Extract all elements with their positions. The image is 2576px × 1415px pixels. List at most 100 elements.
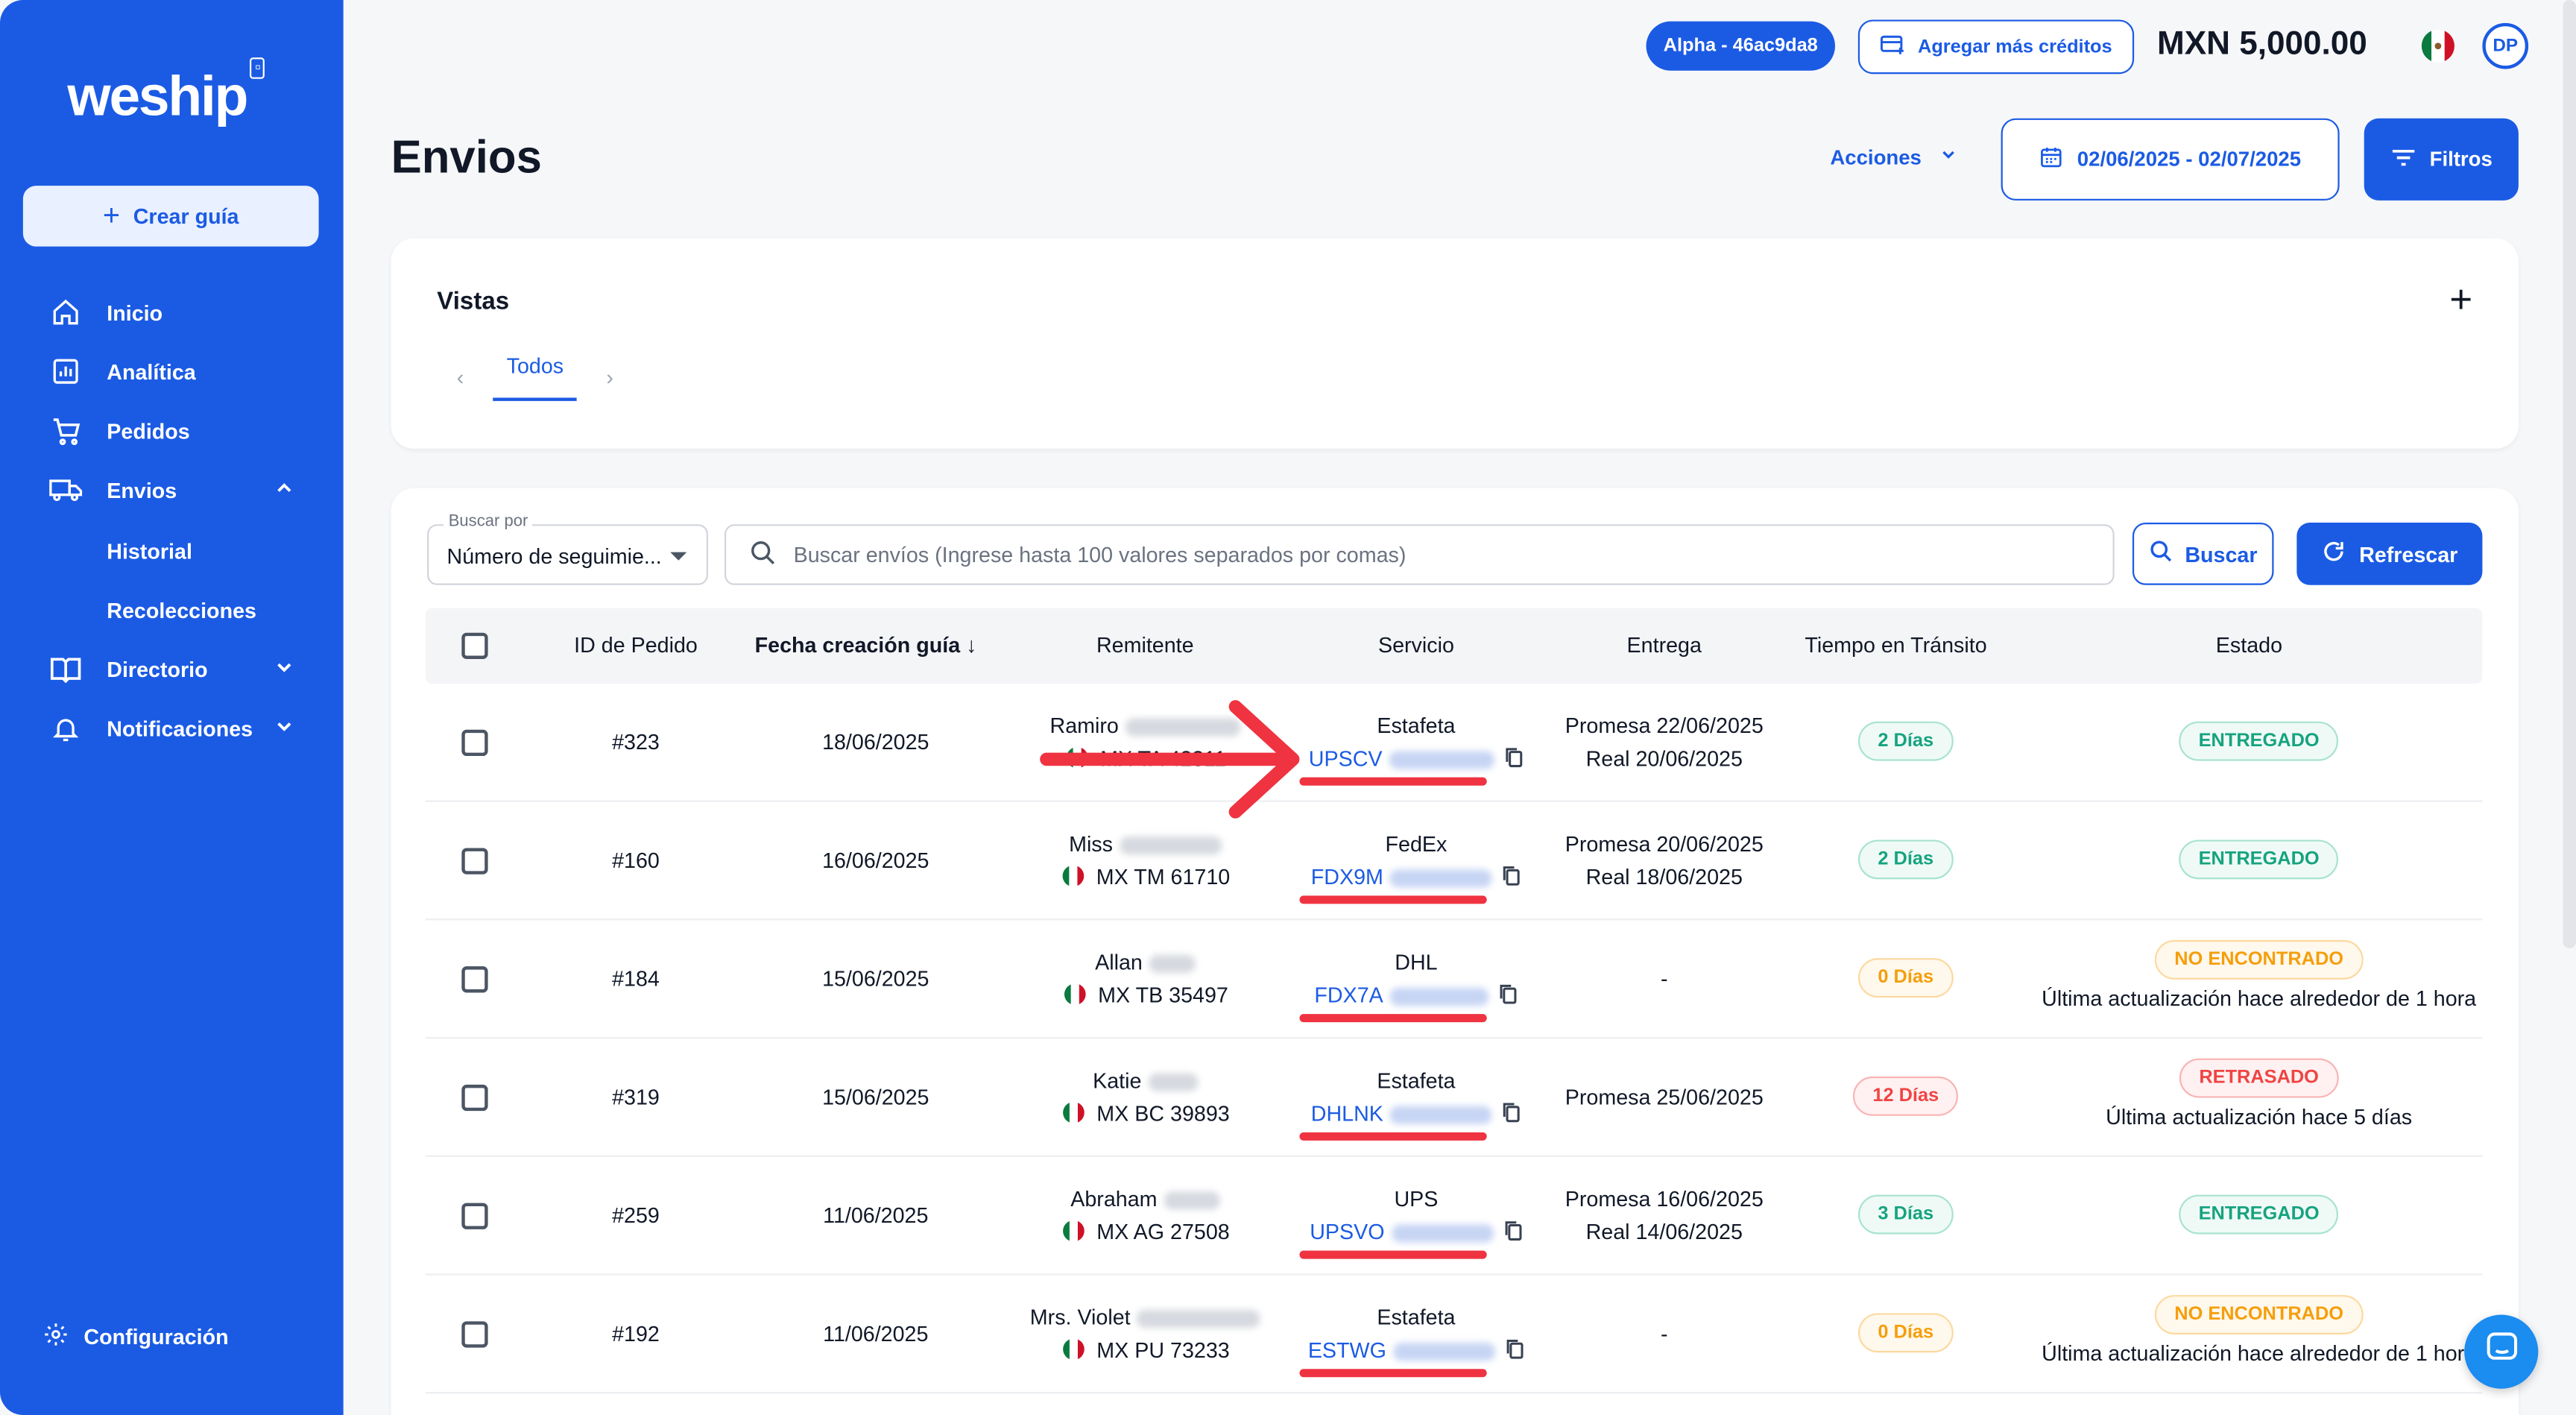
header-order-id[interactable]: ID de Pedido bbox=[574, 633, 698, 658]
row-checkbox[interactable] bbox=[461, 966, 488, 993]
copy-icon[interactable] bbox=[1498, 983, 1518, 1010]
sender-name-text: Mrs. Violet bbox=[1029, 1305, 1131, 1330]
sidebar-item-inicio[interactable]: Inicio bbox=[49, 292, 296, 332]
sidebar-item-analitica[interactable]: Analítica bbox=[49, 352, 296, 391]
status-badge: NO ENCONTRADO bbox=[2154, 939, 2364, 980]
chat-button[interactable] bbox=[2464, 1314, 2539, 1389]
row-checkbox[interactable] bbox=[461, 1203, 488, 1229]
sidebar-subitem-recolecciones[interactable]: Recolecciones bbox=[107, 598, 256, 623]
chevron-left-icon[interactable]: ‹ bbox=[457, 365, 464, 389]
sidebar-item-label: Inicio bbox=[107, 300, 163, 325]
row-checkbox[interactable] bbox=[461, 1321, 488, 1348]
header-service[interactable]: Servicio bbox=[1378, 633, 1454, 658]
chevron-down-icon[interactable] bbox=[273, 715, 296, 743]
sidebar-subitem-historial[interactable]: Historial bbox=[107, 539, 192, 564]
tracking-number[interactable]: UPSCV bbox=[1309, 746, 1524, 775]
row-checkbox[interactable] bbox=[461, 848, 488, 874]
search-by-select[interactable]: Buscar por Número de seguimie... bbox=[427, 512, 708, 585]
copy-icon[interactable] bbox=[1502, 865, 1521, 892]
tracking-annotation-underline bbox=[1299, 1014, 1487, 1023]
search-button[interactable]: Buscar bbox=[2132, 522, 2274, 585]
account-balance: MXN 5,000.00 bbox=[2156, 26, 2367, 63]
sender-name: Allan bbox=[1095, 950, 1196, 974]
tracking-number-text[interactable]: FDX7A bbox=[1314, 983, 1383, 1007]
sidebar-item-pedidos[interactable]: Pedidos bbox=[49, 411, 296, 450]
select-all-checkbox[interactable] bbox=[461, 632, 488, 659]
chevron-up-icon[interactable] bbox=[273, 476, 296, 504]
copy-icon[interactable] bbox=[1504, 746, 1524, 774]
header-sender[interactable]: Remitente bbox=[1096, 633, 1194, 658]
environment-badge[interactable]: Alpha - 46ac9da8 bbox=[1646, 21, 1835, 71]
chevron-right-icon[interactable]: › bbox=[606, 365, 613, 389]
settings-link[interactable]: Configuración bbox=[42, 1321, 229, 1352]
views-card: Vistas + ‹ Todos › bbox=[391, 238, 2519, 449]
sidebar-item-envios[interactable]: Envios bbox=[49, 470, 296, 509]
filters-button[interactable]: Filtros bbox=[2364, 118, 2519, 201]
sidebar-item-notificaciones[interactable]: Notificaciones bbox=[49, 708, 296, 748]
tracking-annotation-underline bbox=[1299, 895, 1487, 904]
order-id[interactable]: #323 bbox=[612, 730, 660, 754]
sender-location-text: MX BC 39893 bbox=[1096, 1100, 1230, 1126]
tracking-number[interactable]: DHLNK bbox=[1311, 1101, 1521, 1129]
date-range-picker[interactable]: 02/06/2025 - 02/07/2025 bbox=[2001, 118, 2340, 201]
order-id[interactable]: #192 bbox=[612, 1321, 660, 1346]
redacted-text bbox=[1119, 836, 1222, 855]
tracking-number[interactable]: FDX9M bbox=[1311, 865, 1521, 893]
status-badge: ENTREGADO bbox=[2179, 839, 2340, 880]
chevron-down-icon[interactable] bbox=[273, 656, 296, 684]
order-id[interactable]: #319 bbox=[612, 1085, 660, 1109]
tracking-number-text[interactable]: DHLNK bbox=[1311, 1101, 1383, 1126]
table-row[interactable]: #319 15/06/2025 Katie MX BC 39893 Estafe… bbox=[425, 1039, 2483, 1157]
copy-icon[interactable] bbox=[1503, 1220, 1522, 1247]
table-header: ID de Pedido Fecha creación guía ↓ Remit… bbox=[425, 608, 2483, 684]
sender-location-text: MX TM 61710 bbox=[1096, 864, 1231, 889]
order-id[interactable]: #160 bbox=[612, 848, 660, 872]
actions-label: Acciones bbox=[1830, 145, 1922, 168]
sidebar-item-label: Notificaciones bbox=[107, 716, 253, 741]
add-credits-button[interactable]: Agregar más créditos bbox=[1857, 19, 2135, 75]
row-checkbox[interactable] bbox=[461, 729, 488, 757]
order-id[interactable]: #259 bbox=[612, 1203, 660, 1228]
search-input[interactable]: Buscar envíos (Ingrese hasta 100 valores… bbox=[724, 524, 2115, 585]
search-by-value: Número de seguimie... bbox=[446, 543, 662, 569]
header-created-date[interactable]: Fecha creación guía ↓ bbox=[755, 633, 977, 658]
mexico-flag-icon bbox=[1064, 746, 1090, 774]
settings-label: Configuración bbox=[83, 1324, 229, 1349]
tracking-number-text[interactable]: ESTWG bbox=[1308, 1337, 1386, 1362]
user-avatar[interactable]: DP bbox=[2482, 22, 2529, 69]
actions-dropdown[interactable]: Acciones bbox=[1830, 145, 1957, 169]
add-view-icon[interactable]: + bbox=[2449, 278, 2472, 324]
filters-label: Filtros bbox=[2429, 148, 2493, 171]
sidebar-item-directorio[interactable]: Directorio bbox=[49, 649, 296, 689]
mexico-flag-icon[interactable] bbox=[2418, 29, 2457, 71]
header-transit-time[interactable]: Tiempo en Tránsito bbox=[1805, 633, 1986, 658]
search-icon bbox=[2149, 539, 2174, 569]
create-label-button[interactable]: + Crear guía bbox=[22, 186, 319, 247]
table-row[interactable]: #192 11/06/2025 Mrs. Violet MX PU 73233 … bbox=[425, 1276, 2483, 1394]
sender-location: MX BC 39893 bbox=[1061, 1101, 1230, 1129]
delivery-real: Real 20/06/2025 bbox=[1585, 746, 1743, 771]
search-button-label: Buscar bbox=[2185, 541, 2258, 567]
table-row[interactable]: #160 16/06/2025 Miss MX TM 61710 FedEx F… bbox=[425, 802, 2483, 921]
table-row[interactable]: #184 15/06/2025 Allan MX TB 35497 DHL FD… bbox=[425, 920, 2483, 1039]
header-delivery[interactable]: Entrega bbox=[1627, 633, 1702, 658]
refresh-button[interactable]: Refrescar bbox=[2296, 522, 2483, 585]
scrollbar[interactable] bbox=[2563, 0, 2576, 948]
tab-todos[interactable]: Todos bbox=[493, 353, 577, 401]
tracking-number[interactable]: ESTWG bbox=[1308, 1337, 1524, 1366]
mexico-flag-icon bbox=[1061, 1101, 1087, 1129]
brand-logo[interactable]: weship ▫ bbox=[67, 57, 265, 130]
copy-icon[interactable] bbox=[1505, 1338, 1524, 1366]
table-row[interactable]: #323 18/06/2025 Ramiro MX TA 42311 Estaf… bbox=[425, 684, 2483, 802]
order-id[interactable]: #184 bbox=[612, 966, 660, 991]
tracking-number-text[interactable]: UPSVO bbox=[1310, 1220, 1384, 1244]
tracking-number[interactable]: UPSVO bbox=[1310, 1220, 1522, 1248]
row-checkbox[interactable] bbox=[461, 1084, 488, 1112]
copy-icon[interactable] bbox=[1502, 1101, 1521, 1129]
transit-time-badge: 2 Días bbox=[1857, 839, 1954, 880]
tracking-number-text[interactable]: FDX9M bbox=[1311, 865, 1383, 889]
table-row[interactable]: #259 11/06/2025 Abraham MX AG 27508 UPS … bbox=[425, 1157, 2483, 1276]
tracking-number[interactable]: FDX7A bbox=[1314, 983, 1518, 1011]
tracking-number-text[interactable]: UPSCV bbox=[1309, 746, 1383, 771]
header-status[interactable]: Estado bbox=[2216, 633, 2282, 658]
